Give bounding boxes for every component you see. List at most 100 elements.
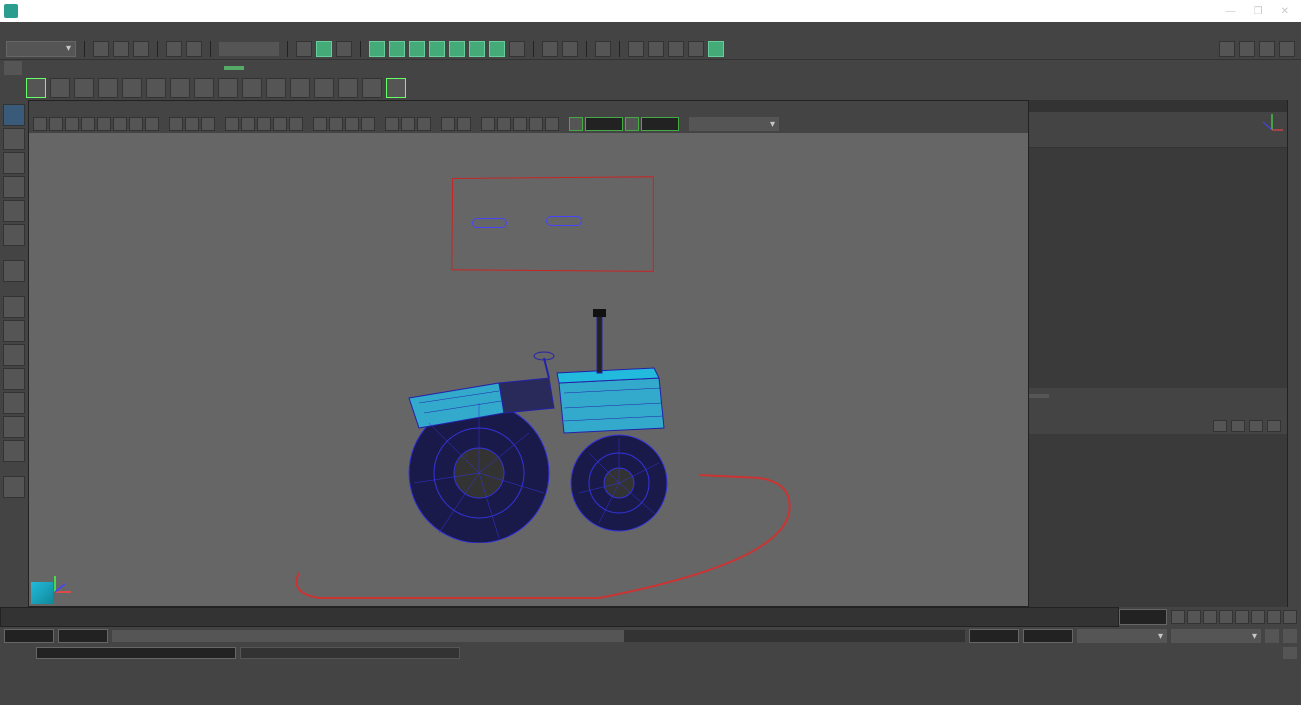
wheel-rot-control[interactable]	[472, 218, 507, 228]
redo-icon[interactable]	[186, 41, 202, 57]
vp-gamma-field[interactable]	[641, 117, 679, 131]
vp-icon[interactable]	[225, 117, 239, 131]
snap-icon-1[interactable]	[369, 41, 385, 57]
go-to-end-button[interactable]	[1283, 610, 1297, 624]
tab-sculpting[interactable]	[70, 66, 90, 70]
vp-gamma-icon[interactable]	[625, 117, 639, 131]
vp-icon[interactable]	[113, 117, 127, 131]
panel-layout-icon-2[interactable]	[1239, 41, 1255, 57]
vp-icon[interactable]	[401, 117, 415, 131]
vp-icon[interactable]	[241, 117, 255, 131]
tractor-mesh[interactable]	[349, 283, 689, 543]
tab-custom[interactable]	[202, 66, 222, 70]
sel-icon-3[interactable]	[336, 41, 352, 57]
step-forward-button[interactable]	[1251, 610, 1265, 624]
vp-icon[interactable]	[81, 117, 95, 131]
rotate-tool[interactable]	[3, 200, 25, 222]
tab-bullet[interactable]	[268, 66, 288, 70]
vp-icon[interactable]	[361, 117, 375, 131]
vp-colorspace-dropdown[interactable]: ▾	[689, 117, 779, 131]
snap-icon-3[interactable]	[409, 41, 425, 57]
open-scene-icon[interactable]	[113, 41, 129, 57]
layout-hypershade[interactable]	[3, 440, 25, 462]
time-slider-track[interactable]	[0, 607, 1119, 627]
layer-tab-display[interactable]	[1029, 394, 1049, 398]
range-inner-end-field[interactable]	[969, 629, 1019, 643]
vp-icon[interactable]	[417, 117, 431, 131]
sel-icon-2[interactable]	[316, 41, 332, 57]
vp-icon[interactable]	[169, 117, 183, 131]
shelf-icon-9[interactable]	[218, 78, 238, 98]
construction-history-icon-4[interactable]	[688, 41, 704, 57]
snap-icon-5[interactable]	[449, 41, 465, 57]
tab-fxcaching[interactable]	[180, 66, 200, 70]
new-scene-icon[interactable]	[93, 41, 109, 57]
vp-icon[interactable]	[185, 117, 199, 131]
selection-mode-dropdown[interactable]	[219, 42, 279, 56]
shelf-icon-7[interactable]	[170, 78, 190, 98]
last-tool[interactable]	[3, 260, 25, 282]
panel-layout-icon-1[interactable]	[1219, 41, 1235, 57]
snap-icon-2[interactable]	[389, 41, 405, 57]
construction-history-icon-3[interactable]	[668, 41, 684, 57]
construction-history-icon-2[interactable]	[648, 41, 664, 57]
vp-icon[interactable]	[201, 117, 215, 131]
render-icon-1[interactable]	[542, 41, 558, 57]
layer-icon-new-selected[interactable]	[1267, 420, 1281, 432]
vp-icon[interactable]	[49, 117, 63, 131]
vp-icon[interactable]	[129, 117, 143, 131]
maximize-button[interactable]: ❐	[1254, 6, 1263, 17]
range-inner-start-field[interactable]	[58, 629, 108, 643]
anim-layer-dropdown[interactable]: ▾	[1077, 629, 1167, 643]
tab-turtle[interactable]	[290, 66, 310, 70]
layout-four[interactable]	[3, 320, 25, 342]
prefs-button[interactable]	[1283, 629, 1297, 643]
current-frame-field[interactable]	[1119, 609, 1167, 625]
step-back-button[interactable]	[1203, 610, 1217, 624]
vp-icon[interactable]	[385, 117, 399, 131]
shelf-icon-14[interactable]	[338, 78, 358, 98]
layer-tab-render[interactable]	[1049, 394, 1069, 398]
layer-icon-new-empty[interactable]	[1249, 420, 1263, 432]
vp-exposure-icon[interactable]	[569, 117, 583, 131]
lasso-tool[interactable]	[3, 128, 25, 150]
tab-animation[interactable]	[114, 66, 134, 70]
render-icon-3[interactable]	[595, 41, 611, 57]
shelf-icon-10[interactable]	[242, 78, 262, 98]
paint-select-tool[interactable]	[3, 152, 25, 174]
shelf-icon-2[interactable]	[50, 78, 70, 98]
range-end-field[interactable]	[1023, 629, 1073, 643]
sel-icon-1[interactable]	[296, 41, 312, 57]
tab-rendering[interactable]	[136, 66, 156, 70]
character-set-dropdown[interactable]: ▾	[1171, 629, 1261, 643]
render-icon-2[interactable]	[562, 41, 578, 57]
panel-layout-icon-4[interactable]	[1279, 41, 1295, 57]
snap-icon-7[interactable]	[489, 41, 505, 57]
vp-icon[interactable]	[145, 117, 159, 131]
autokey-button[interactable]	[1265, 629, 1279, 643]
vp-icon[interactable]	[289, 117, 303, 131]
layout-two-v[interactable]	[3, 368, 25, 390]
shelf-icon-1[interactable]	[26, 78, 46, 98]
scale-tool[interactable]	[3, 224, 25, 246]
vp-icon[interactable]	[529, 117, 543, 131]
play-back-button[interactable]	[1219, 610, 1233, 624]
range-start-field[interactable]	[4, 629, 54, 643]
vp-icon[interactable]	[513, 117, 527, 131]
snap-icon-4[interactable]	[429, 41, 445, 57]
vp-icon[interactable]	[481, 117, 495, 131]
vp-icon[interactable]	[441, 117, 455, 131]
shelf-icon-15[interactable]	[362, 78, 382, 98]
vp-icon[interactable]	[65, 117, 79, 131]
shelf-icon-13[interactable]	[314, 78, 334, 98]
vp-icon[interactable]	[457, 117, 471, 131]
shelf-icon-4[interactable]	[98, 78, 118, 98]
tab-xgen[interactable]	[224, 66, 244, 70]
script-editor-button[interactable]	[1283, 647, 1297, 659]
rig-control-panel[interactable]	[451, 176, 654, 272]
play-forward-button[interactable]	[1235, 610, 1249, 624]
wheel-control[interactable]	[546, 216, 582, 226]
minimize-button[interactable]: —	[1226, 6, 1236, 17]
tab-rigging[interactable]	[92, 66, 112, 70]
vp-icon[interactable]	[257, 117, 271, 131]
